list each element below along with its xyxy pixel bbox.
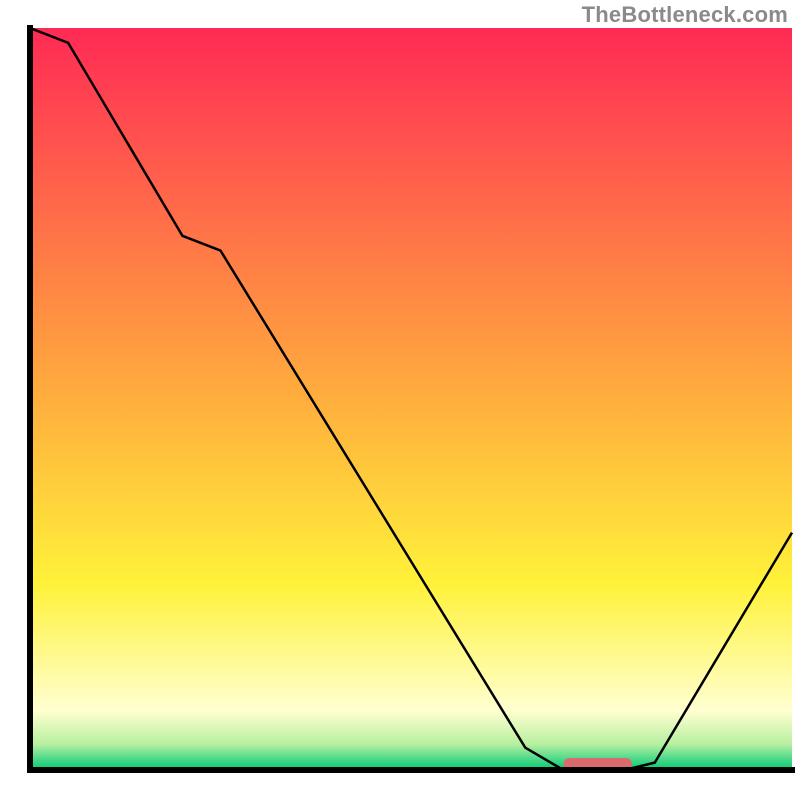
watermark-text: TheBottleneck.com bbox=[582, 2, 788, 28]
bottleneck-chart bbox=[0, 0, 800, 800]
heatmap-gradient bbox=[30, 28, 792, 770]
chart-container: TheBottleneck.com bbox=[0, 0, 800, 800]
